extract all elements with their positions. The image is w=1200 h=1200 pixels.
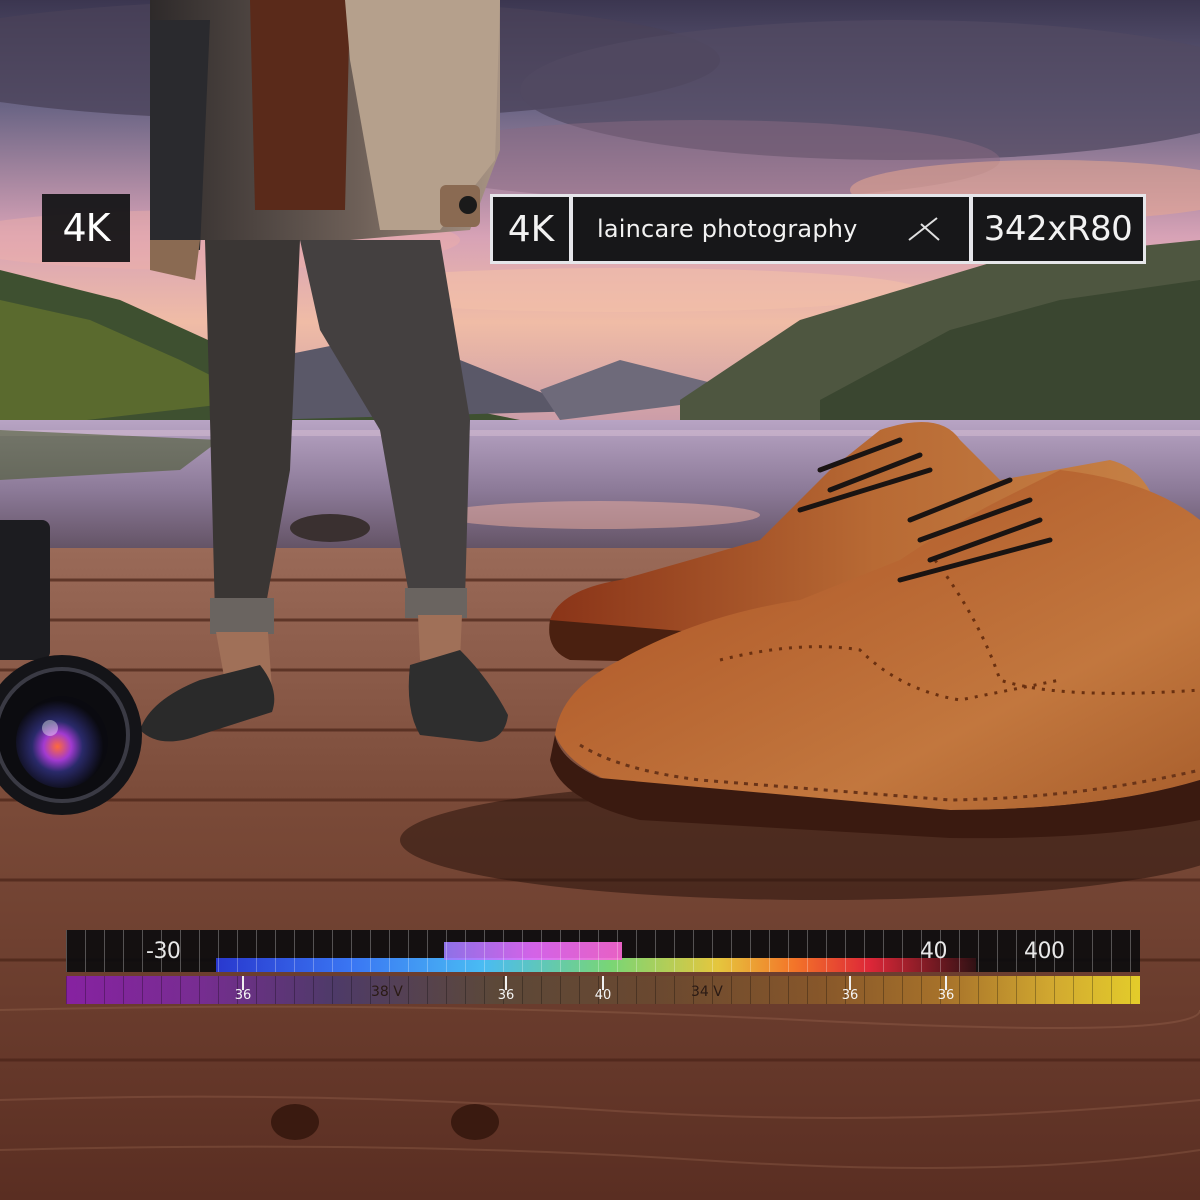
- photo-scene: 4K 4K laincare photography 342xR80 -30 4…: [0, 0, 1200, 1200]
- photo-title: laincare photography: [597, 215, 858, 243]
- histogram-label-mid: 40: [920, 939, 948, 964]
- histogram-label-right: 400: [1024, 939, 1065, 964]
- quality-badge-4k: 4K: [42, 194, 130, 262]
- close-icon[interactable]: [907, 214, 943, 244]
- info-title-cell: laincare photography: [573, 197, 969, 261]
- histogram-marker[interactable]: 36: [497, 976, 515, 1014]
- histogram-sublabel: 34 V: [691, 984, 723, 1000]
- histogram-ticks: [66, 930, 1140, 972]
- info-quality-badge: 4K: [493, 197, 569, 261]
- color-histogram-strip: -30 40 400 38 V 34 V 36 36 40 36 36: [66, 930, 1140, 1008]
- histogram-marker[interactable]: 40: [594, 976, 612, 1014]
- histogram-marker[interactable]: 36: [234, 976, 252, 1014]
- histogram-marker[interactable]: 36: [841, 976, 859, 1014]
- histogram-scale: -30 40 400: [66, 930, 1140, 972]
- histogram-marker[interactable]: 36: [937, 976, 955, 1014]
- histogram-sublabel: 38 V: [371, 984, 403, 1000]
- resolution-readout: 342xR80: [973, 197, 1143, 261]
- histogram-label-left: -30: [146, 939, 181, 964]
- photo-info-bar: 4K laincare photography 342xR80: [490, 194, 1146, 264]
- background-photo: [0, 0, 1200, 1200]
